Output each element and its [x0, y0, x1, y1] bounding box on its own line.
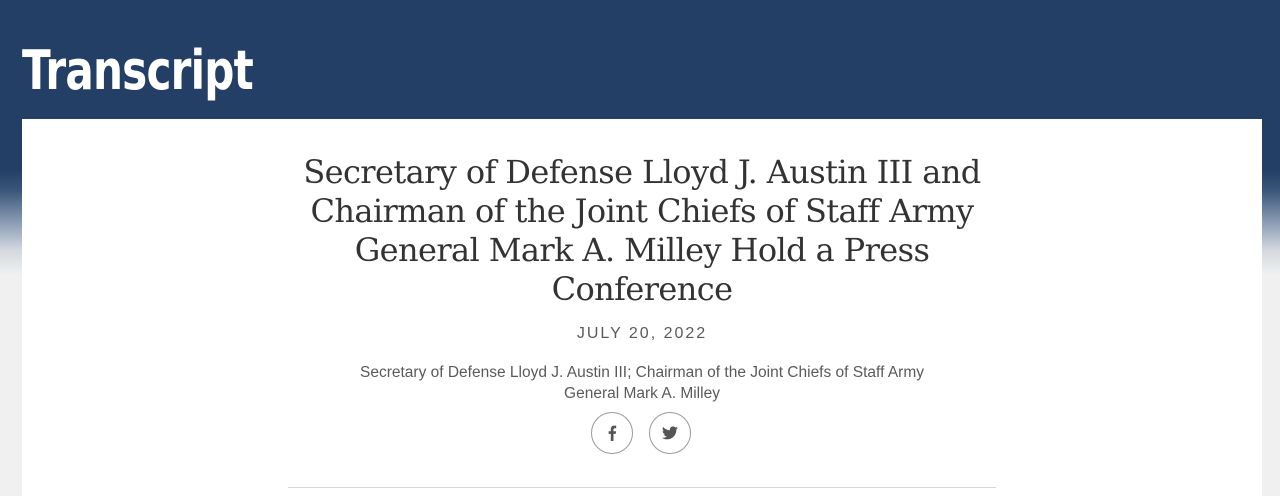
facebook-share-button[interactable]	[591, 412, 633, 454]
article-date: JULY 20, 2022	[576, 325, 708, 342]
page-title: Transcript	[22, 39, 254, 102]
facebook-icon	[606, 425, 618, 441]
content-card: Secretary of Defense Lloyd J. Austin III…	[22, 119, 1262, 496]
twitter-share-button[interactable]	[649, 412, 691, 454]
twitter-icon	[662, 426, 678, 440]
article-title: Secretary of Defense Lloyd J. Austin III…	[303, 153, 981, 308]
divider	[288, 487, 996, 488]
article-participants: Secretary of Defense Lloyd J. Austin III…	[359, 364, 924, 402]
